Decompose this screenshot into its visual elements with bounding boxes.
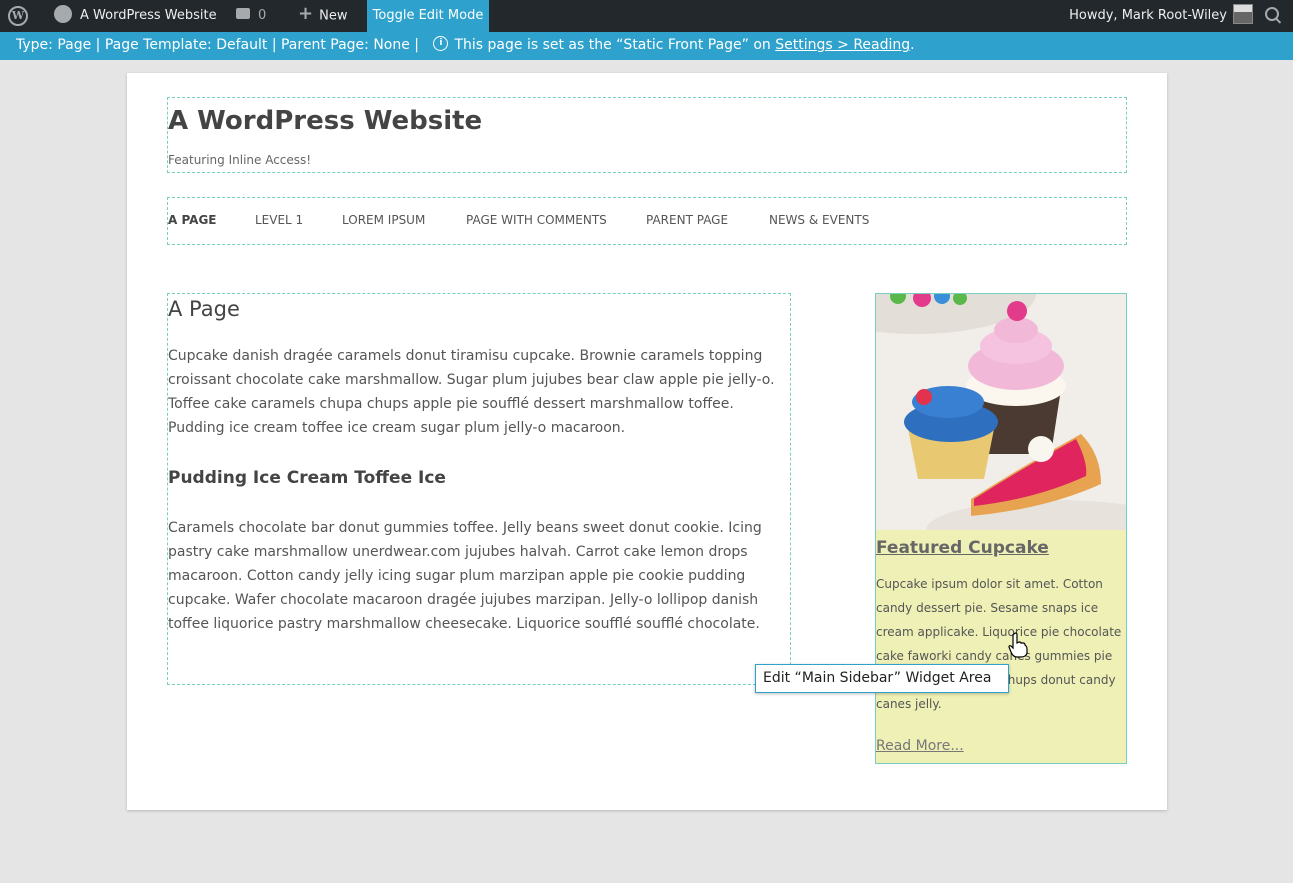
nav-item-parent-page[interactable]: Parent Page: [646, 213, 728, 227]
page-info-bar: Type: Page | Page Template: Default | Pa…: [0, 32, 1293, 60]
page-info-text: Type: Page | Page Template: Default | Pa…: [16, 37, 420, 53]
nav-item-a-page[interactable]: A Page: [168, 213, 217, 227]
site-name-label: A WordPress Website: [80, 8, 217, 23]
comment-icon: [236, 8, 250, 19]
content-paragraph: Cupcake danish dragée caramels donut tir…: [168, 348, 775, 436]
nav-item-level-1[interactable]: Level 1: [255, 213, 303, 227]
avatar: [1233, 3, 1253, 24]
new-content-menu[interactable]: + New: [298, 0, 347, 32]
widget-body: Featured Cupcake Cupcake ipsum dolor sit…: [876, 530, 1126, 763]
toggle-edit-mode-button[interactable]: Toggle Edit Mode: [367, 0, 489, 32]
main-navigation: A Page Level 1 Lorem Ipsum Page with Com…: [167, 197, 1127, 245]
read-more-link[interactable]: Read More...: [876, 738, 964, 754]
site-title[interactable]: A WordPress Website: [168, 106, 482, 136]
comments-count: 0: [258, 8, 267, 23]
hand-cursor-icon: [1008, 632, 1028, 658]
nav-item-lorem-ipsum[interactable]: Lorem Ipsum: [342, 213, 425, 227]
globe-icon: [54, 4, 72, 23]
plus-icon: +: [298, 3, 314, 24]
admin-bar: W A WordPress Website 0 + New Toggle Edit…: [0, 0, 1293, 32]
edit-widget-area-tooltip: Edit “Main Sidebar” Widget Area: [755, 664, 1009, 693]
info-icon: i: [433, 35, 449, 51]
page-content[interactable]: A Page Cupcake danish dragée caramels do…: [167, 293, 791, 685]
sidebar-widget[interactable]: Featured Cupcake Cupcake ipsum dolor sit…: [875, 293, 1127, 764]
nav-item-news-events[interactable]: News & Events: [769, 213, 869, 227]
widget-text: Cupcake ipsum dolor sit amet. Cotton can…: [876, 577, 1122, 711]
settings-reading-link[interactable]: Settings > Reading: [775, 37, 910, 53]
site-header[interactable]: A WordPress Website Featuring Inline Acc…: [167, 97, 1127, 173]
content-paragraph: Caramels chocolate bar donut gummies tof…: [168, 520, 762, 632]
cupcake-illustration: [876, 294, 1126, 530]
comments-menu[interactable]: 0: [236, 0, 266, 32]
front-page-notice: This page is set as the “Static Front Pa…: [454, 37, 771, 53]
page-container: A WordPress Website Featuring Inline Acc…: [127, 73, 1167, 810]
new-label: New: [319, 8, 348, 24]
site-name-menu[interactable]: A WordPress Website: [54, 0, 217, 32]
account-menu[interactable]: Howdy, Mark Root-Wiley: [1069, 0, 1253, 32]
howdy-label: Howdy, Mark Root-Wiley: [1069, 8, 1227, 23]
page-title: A Page: [168, 297, 240, 321]
search-icon[interactable]: [1265, 0, 1285, 32]
site-description[interactable]: Featuring Inline Access!: [168, 153, 311, 167]
content-heading: Pudding Ice Cream Toffee Ice: [168, 468, 446, 488]
widget-title-link[interactable]: Featured Cupcake: [876, 538, 1049, 558]
nav-item-page-with-comments[interactable]: Page with Comments: [466, 213, 607, 227]
wordpress-logo-icon[interactable]: W: [6, 0, 32, 32]
